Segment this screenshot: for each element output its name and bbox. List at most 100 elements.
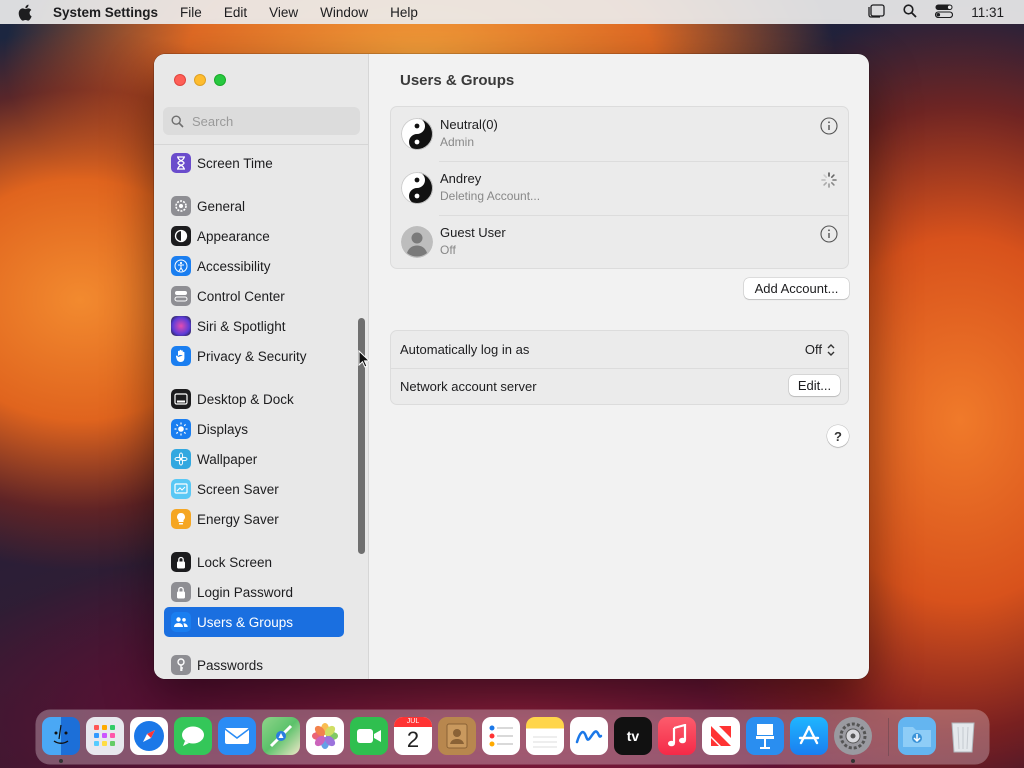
dock-app-contacts[interactable] xyxy=(438,717,476,755)
sidebar-item-screen-time[interactable]: Screen Time xyxy=(164,148,344,178)
close-button[interactable] xyxy=(174,74,186,86)
zoom-button[interactable] xyxy=(214,74,226,86)
user-name: Andrey xyxy=(440,171,482,186)
sidebar-item-wallpaper[interactable]: Wallpaper xyxy=(164,444,344,474)
users-icon xyxy=(171,612,191,632)
window-controls xyxy=(174,74,226,86)
sidebar-item-appearance[interactable]: Appearance xyxy=(164,221,344,251)
settings-window: Screen Time General Appearance Accessibi… xyxy=(154,54,869,679)
dock-app-finder[interactable] xyxy=(42,717,80,755)
dock-app-messages[interactable] xyxy=(174,717,212,755)
dock-folder-downloads[interactable] xyxy=(898,717,936,755)
facetime-icon xyxy=(357,729,381,743)
dock-trash[interactable] xyxy=(944,717,982,755)
users-list: Neutral(0) Admin Andrey Deleting Account… xyxy=(390,106,849,269)
dock-app-safari[interactable] xyxy=(130,717,168,755)
stage-manager-icon[interactable] xyxy=(867,3,885,21)
sidebar-item-displays[interactable]: Displays xyxy=(164,414,344,444)
auto-login-row: Automatically log in as Off xyxy=(391,331,848,368)
sidebar: Screen Time General Appearance Accessibi… xyxy=(154,54,369,679)
spinner-icon xyxy=(820,171,838,189)
dock-app-keynote[interactable] xyxy=(746,717,784,755)
safari-icon xyxy=(134,721,164,751)
sidebar-item-users-groups[interactable]: Users & Groups xyxy=(164,607,344,637)
sidebar-item-control-center[interactable]: Control Center xyxy=(164,281,344,311)
dock-app-calendar[interactable]: JUL 2 xyxy=(394,717,432,755)
auto-login-popup[interactable]: Off xyxy=(805,342,836,357)
siri-icon xyxy=(171,316,191,336)
yin-yang-avatar xyxy=(401,118,433,150)
downloads-icon xyxy=(903,727,931,747)
user-row[interactable]: Andrey Deleting Account... xyxy=(391,161,848,215)
dock-app-mail[interactable] xyxy=(218,717,256,755)
sidebar-item-siri-spotlight[interactable]: Siri & Spotlight xyxy=(164,311,344,341)
sidebar-item-privacy-security[interactable]: Privacy & Security xyxy=(164,341,344,371)
search-input[interactable] xyxy=(192,113,352,129)
menu-help[interactable]: Help xyxy=(390,5,418,20)
edit-button[interactable]: Edit... xyxy=(789,375,840,396)
add-account-button[interactable]: Add Account... xyxy=(744,278,849,299)
info-icon[interactable] xyxy=(820,225,838,243)
control-center-icon[interactable] xyxy=(935,4,954,21)
user-row[interactable]: Neutral(0) Admin xyxy=(391,107,848,161)
sidebar-item-general[interactable]: General xyxy=(164,191,344,221)
auto-login-value: Off xyxy=(804,342,822,357)
sidebar-item-label: Lock Screen xyxy=(197,554,273,570)
menu-file[interactable]: File xyxy=(180,5,202,20)
guest-avatar xyxy=(401,226,433,258)
sidebar-item-login-password[interactable]: Login Password xyxy=(164,577,344,607)
menu-window[interactable]: Window xyxy=(320,5,368,20)
info-icon[interactable] xyxy=(820,117,838,135)
sidebar-divider xyxy=(154,144,369,145)
sidebar-item-energy-saver[interactable]: Energy Saver xyxy=(164,504,344,534)
trash-icon xyxy=(951,722,975,753)
hand-icon xyxy=(171,346,191,366)
sidebar-item-label: Desktop & Dock xyxy=(197,391,294,407)
dock-app-maps[interactable] xyxy=(262,717,300,755)
dock-app-tv[interactable]: tv xyxy=(614,717,652,755)
sidebar-item-label: Displays xyxy=(197,421,249,437)
dock-app-reminders[interactable] xyxy=(482,717,520,755)
dock-app-app-store[interactable] xyxy=(790,717,828,755)
menu-edit[interactable]: Edit xyxy=(224,5,247,20)
sidebar-item-label: Screen Saver xyxy=(197,481,279,497)
dock-app-notes[interactable] xyxy=(526,717,564,755)
user-name: Guest User xyxy=(440,225,506,240)
sidebar-item-label: Login Password xyxy=(197,584,294,600)
sidebar-item-accessibility[interactable]: Accessibility xyxy=(164,251,344,281)
dock-app-news[interactable] xyxy=(702,717,740,755)
maps-icon xyxy=(269,724,293,748)
menu-app-name[interactable]: System Settings xyxy=(53,5,158,20)
notes-icon xyxy=(533,736,557,748)
sidebar-item-screen-saver[interactable]: Screen Saver xyxy=(164,474,344,504)
search-field[interactable] xyxy=(163,107,360,135)
news-icon xyxy=(711,726,731,746)
dock-app-launchpad[interactable] xyxy=(86,717,124,755)
sidebar-item-label: General xyxy=(197,198,246,214)
sidebar-item-desktop-dock[interactable]: Desktop & Dock xyxy=(164,384,344,414)
running-indicator xyxy=(851,759,855,763)
lightbulb-icon xyxy=(171,509,191,529)
appearance-icon xyxy=(171,226,191,246)
help-button[interactable]: ? xyxy=(827,425,849,447)
chevron-updown-icon xyxy=(827,343,835,356)
dock-app-facetime[interactable] xyxy=(350,717,388,755)
menu-clock[interactable]: 11:31 xyxy=(971,5,1004,20)
user-role: Deleting Account... xyxy=(440,189,541,203)
apple-menu-icon[interactable] xyxy=(18,4,36,21)
sidebar-item-label: Energy Saver xyxy=(197,511,279,527)
gear-icon xyxy=(839,722,867,750)
dock-app-music[interactable] xyxy=(658,717,696,755)
minimize-button[interactable] xyxy=(194,74,206,86)
spotlight-search-icon[interactable] xyxy=(903,3,917,21)
menu-view[interactable]: View xyxy=(269,5,298,20)
calendar-day: 2 xyxy=(406,727,420,752)
dock: JUL 2 tv xyxy=(36,710,989,764)
dock-app-system-settings[interactable] xyxy=(834,717,872,755)
sidebar-item-lock-screen[interactable]: Lock Screen xyxy=(164,547,344,577)
dock-app-freeform[interactable] xyxy=(570,717,608,755)
user-row[interactable]: Guest User Off xyxy=(391,215,848,269)
sidebar-item-passwords[interactable]: Passwords xyxy=(164,650,344,679)
page-title: Users & Groups xyxy=(400,72,515,89)
dock-app-photos[interactable] xyxy=(306,717,344,755)
